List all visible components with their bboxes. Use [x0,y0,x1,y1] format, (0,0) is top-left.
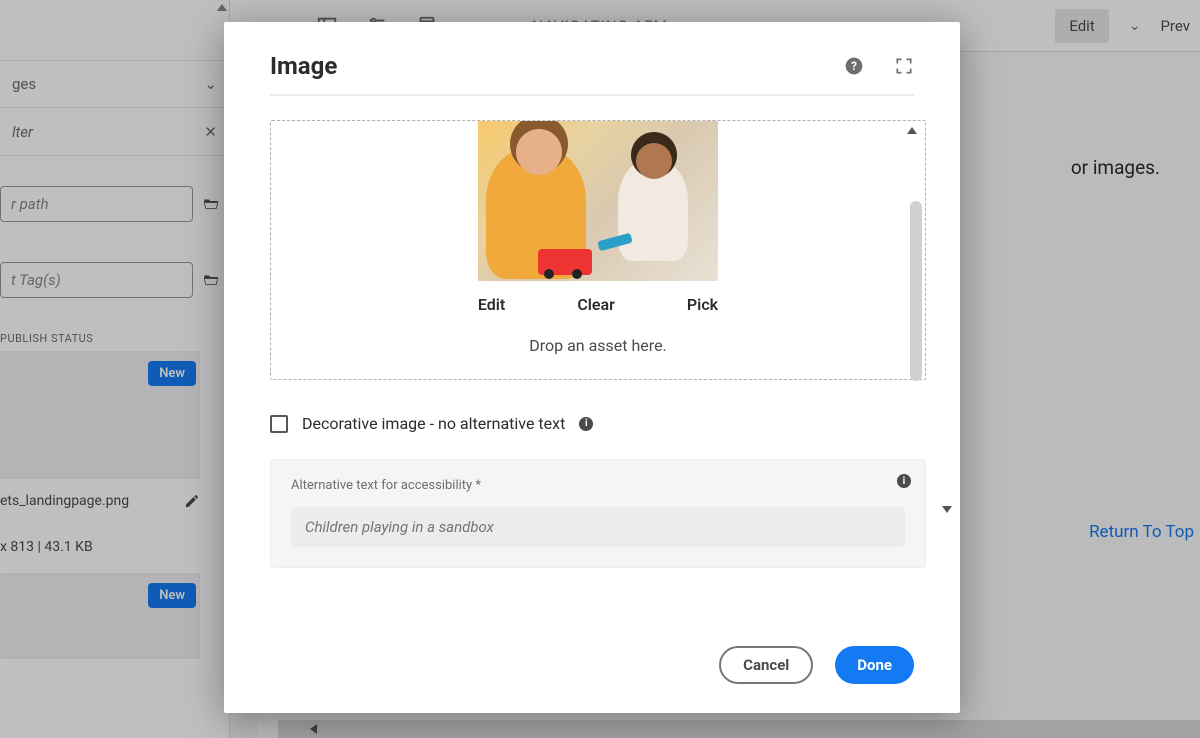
dialog-body: Edit Clear Pick Drop an asset here. Deco… [224,96,960,617]
asset-metadata: x 813 | 43.1 KB [0,539,200,555]
dialog-header: Image ? [224,22,960,94]
mode-edit-button[interactable]: Edit [1055,9,1108,43]
asset-type-dropdown[interactable]: ges ⌄ [0,60,229,108]
path-input[interactable]: r path [0,186,193,222]
clear-filter-icon[interactable]: ✕ [204,123,217,141]
drop-hint-text: Drop an asset here. [529,336,667,355]
horizontal-scrollbar[interactable] [278,720,1200,738]
new-badge: New [148,583,196,608]
asset-pick-button[interactable]: Pick [687,295,718,314]
publish-status-label: PUBLISH STATUS [0,332,229,345]
dialog-footer: Cancel Done [224,617,960,713]
chevron-down-icon: ⌄ [204,75,217,93]
folder-open-icon[interactable] [201,195,221,213]
scrollbar-thumb[interactable] [910,201,922,381]
dialog-title: Image [270,52,337,80]
alt-text-panel: i Alternative text for accessibility * [270,459,926,568]
mode-chevron-down-icon[interactable]: ⌄ [1129,18,1141,34]
svg-text:?: ? [851,59,857,73]
path-placeholder: r path [11,195,48,213]
return-to-top-link[interactable]: Return To Top [1089,522,1194,542]
scroll-left-icon[interactable] [310,724,317,734]
info-icon[interactable]: i [579,417,593,431]
alt-text-label: Alternative text for accessibility * [291,478,905,493]
tags-input[interactable]: t Tag(s) [0,262,193,298]
asset-type-label: ges [12,75,36,93]
done-button[interactable]: Done [835,646,914,684]
asset-card[interactable]: New ets_landingpage.png x 813 | 43.1 KB [0,351,200,555]
asset-filename: ets_landingpage.png [0,493,129,509]
image-dialog: Image ? Edit Clear Pick Drop an asset he… [224,22,960,713]
fullscreen-icon[interactable] [894,56,914,76]
filter-placeholder: lter [12,123,33,141]
scroll-up-icon[interactable] [907,127,917,134]
alt-text-input[interactable] [291,507,905,547]
cancel-button[interactable]: Cancel [719,646,813,684]
help-icon[interactable]: ? [844,56,864,76]
scroll-down-icon[interactable] [942,506,952,513]
info-icon[interactable]: i [897,474,911,488]
content-text-fragment: or images. [1071,156,1160,179]
decorative-checkbox[interactable] [270,415,288,433]
tags-placeholder: t Tag(s) [11,271,61,289]
decorative-label: Decorative image - no alternative text [302,414,565,433]
mode-preview-button[interactable]: Prev [1160,17,1190,35]
folder-open-icon[interactable] [201,271,221,289]
assets-sidebar: ges ⌄ lter ✕ r path t Tag(s) PUBLISH STA… [0,0,230,738]
asset-action-row: Edit Clear Pick [478,295,718,314]
asset-edit-button[interactable]: Edit [478,295,505,314]
edit-icon[interactable] [184,493,200,509]
asset-drop-area[interactable]: Edit Clear Pick Drop an asset here. [270,120,926,380]
new-badge: New [148,361,196,386]
asset-card[interactable]: New [0,573,200,659]
decorative-checkbox-row: Decorative image - no alternative text i [270,414,926,433]
asset-clear-button[interactable]: Clear [577,295,615,314]
filter-input[interactable]: lter ✕ [0,108,229,156]
scroll-up-icon[interactable] [217,4,227,11]
asset-preview-image [478,121,718,281]
